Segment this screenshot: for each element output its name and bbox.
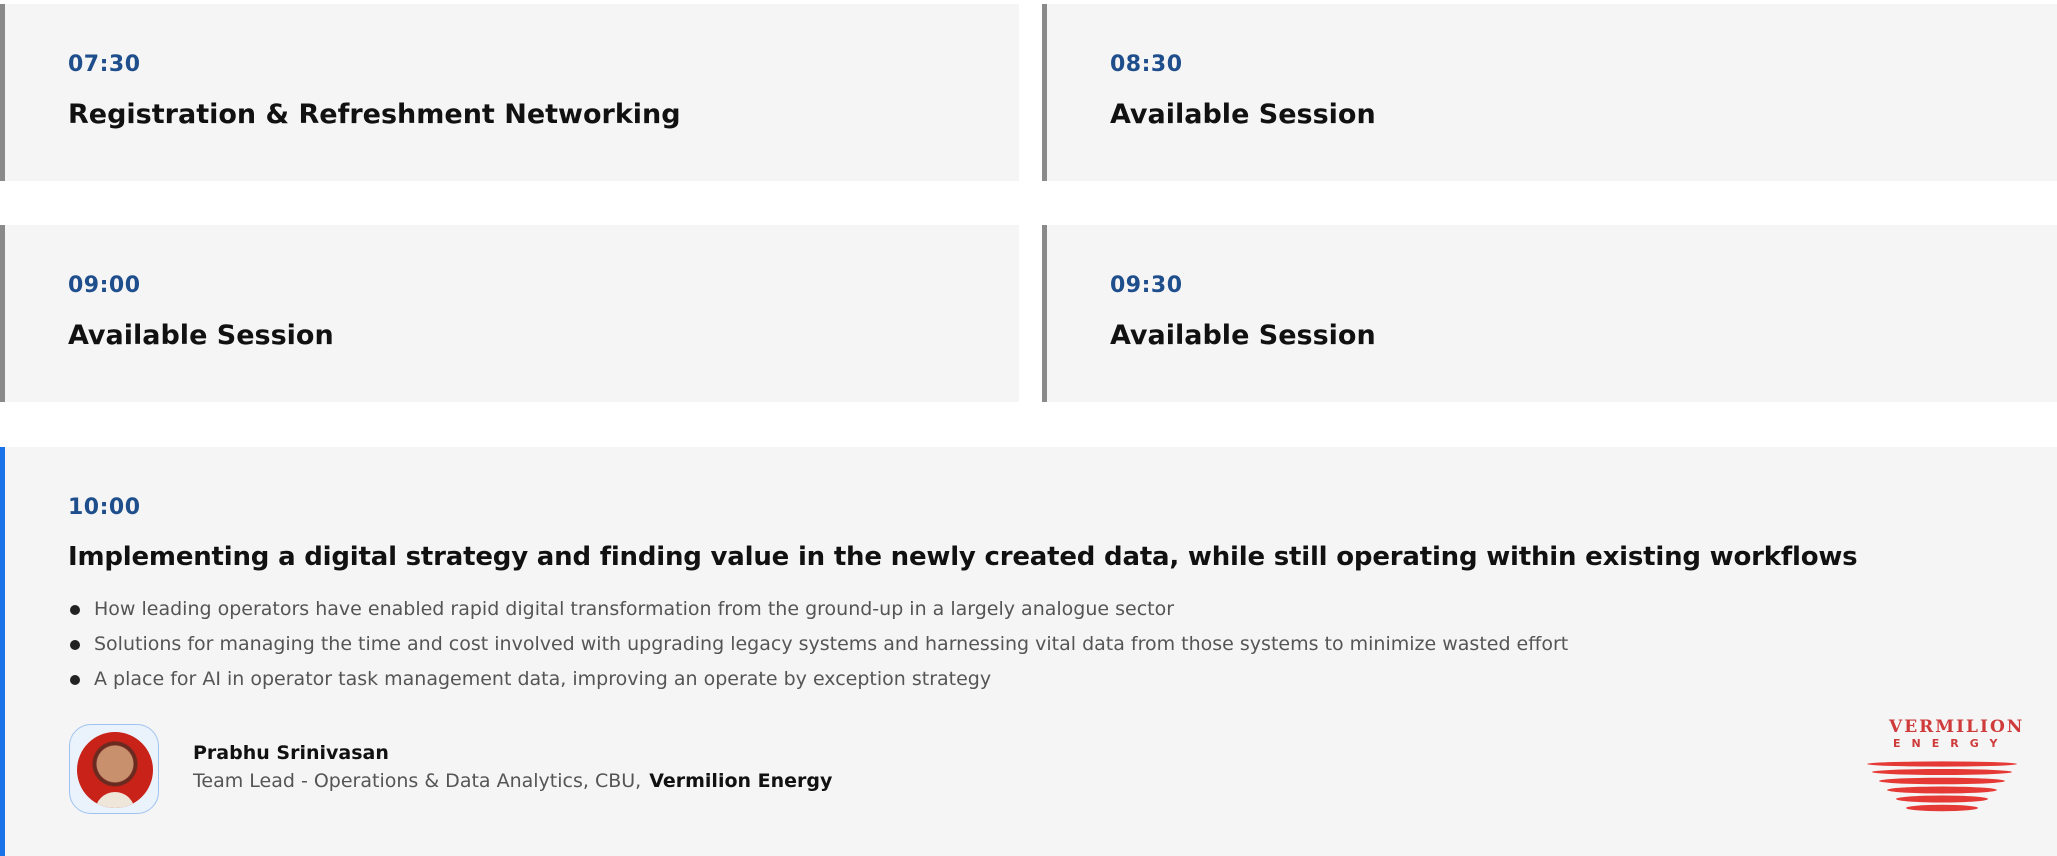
speaker-company: Vermilion Energy xyxy=(649,770,833,792)
session-title: Implementing a digital strategy and find… xyxy=(68,542,1858,572)
bullet-text: A place for AI in operator task manageme… xyxy=(94,668,992,690)
session-time: 08:30 xyxy=(1110,52,1183,77)
session-card-1000[interactable]: 10:00 Implementing a digital strategy an… xyxy=(0,447,2057,856)
session-card-0930[interactable]: 09:30 Available Session xyxy=(1042,225,2057,402)
session-title: Available Session xyxy=(1110,99,1376,130)
speaker-photo xyxy=(77,732,153,808)
session-time: 09:30 xyxy=(1110,273,1183,298)
speaker-role: Team Lead - Operations & Data Analytics,… xyxy=(193,770,832,792)
bullet-text: Solutions for managing the time and cost… xyxy=(94,633,1569,655)
logo-wordmark-line2: ENERGY xyxy=(1893,737,2009,750)
session-time: 10:00 xyxy=(68,495,141,520)
session-title: Available Session xyxy=(68,320,334,351)
bullet-dot-icon xyxy=(70,675,80,685)
session-title: Available Session xyxy=(1110,320,1376,351)
bullet-text: How leading operators have enabled rapid… xyxy=(94,598,1175,620)
session-time: 09:00 xyxy=(68,273,141,298)
bullet-item: How leading operators have enabled rapid… xyxy=(68,592,1568,627)
session-bullet-list: How leading operators have enabled rapid… xyxy=(68,592,1568,697)
speaker-avatar[interactable] xyxy=(69,724,159,814)
agenda: 07:30 Registration & Refreshment Network… xyxy=(0,0,2057,856)
session-time: 07:30 xyxy=(68,52,141,77)
logo-stripes-icon xyxy=(1867,761,2017,812)
bullet-item: A place for AI in operator task manageme… xyxy=(68,662,1568,697)
session-card-0830[interactable]: 08:30 Available Session xyxy=(1042,4,2057,181)
session-card-0900[interactable]: 09:00 Available Session xyxy=(0,225,1019,402)
session-title: Registration & Refreshment Networking xyxy=(68,99,681,130)
bullet-dot-icon xyxy=(70,605,80,615)
speaker-name[interactable]: Prabhu Srinivasan xyxy=(193,742,389,764)
bullet-item: Solutions for managing the time and cost… xyxy=(68,627,1568,662)
session-card-0730[interactable]: 07:30 Registration & Refreshment Network… xyxy=(0,4,1019,181)
logo-wordmark-line1: VERMILION xyxy=(1889,717,2025,737)
speaker-role-text: Team Lead - Operations & Data Analytics,… xyxy=(193,770,642,792)
company-logo: VERMILION ENERGY xyxy=(1867,717,2022,827)
bullet-dot-icon xyxy=(70,640,80,650)
